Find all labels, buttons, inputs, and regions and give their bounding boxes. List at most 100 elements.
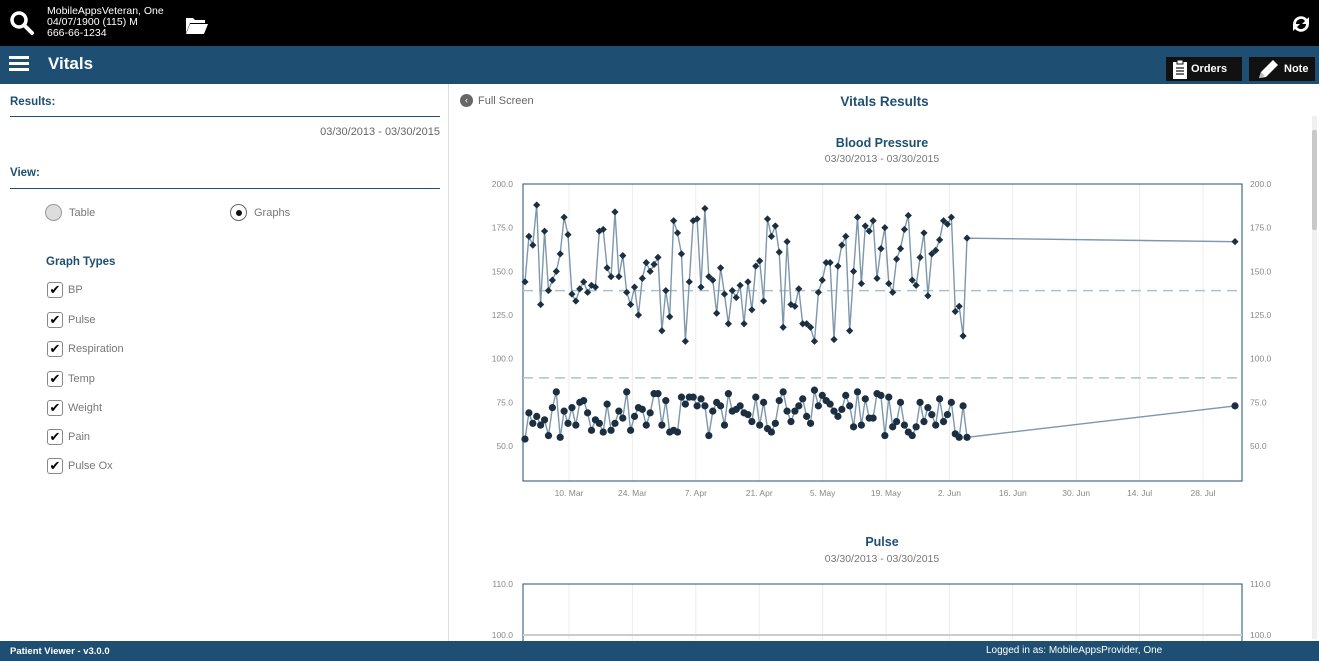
bp-systolic-point (713, 309, 721, 317)
bp-systolic-point (697, 283, 705, 291)
bp-systolic-point (564, 231, 572, 239)
bp-y-tick-label-right: 50.0 (1250, 441, 1267, 451)
orders-label: Orders (1191, 63, 1228, 75)
graph-type-pulse-ox-checkbox[interactable]: ✔ Pulse Ox (47, 458, 113, 474)
bp-diastolic-point (560, 407, 568, 415)
checkmark-icon: ✔ (47, 458, 63, 474)
bp-chart: Blood Pressure 03/30/2013 - 03/30/2015 2… (492, 136, 1272, 498)
bp-diastolic-point (607, 426, 615, 434)
bp-diastolic-point (654, 390, 662, 398)
graph-type-temp-checkbox[interactable]: ✔ Temp (47, 371, 95, 387)
bp-x-tick-label: 2. Jun (938, 488, 961, 498)
scrollbar-thumb[interactable] (1312, 130, 1317, 230)
bp-diastolic-point (748, 418, 756, 426)
bp-diastolic-point (838, 405, 846, 413)
bp-diastolic-point (892, 418, 901, 426)
bp-systolic-point (619, 252, 627, 260)
date-range[interactable]: 03/30/2013 - 03/30/2015 (320, 126, 440, 138)
bp-chart-subtitle: 03/30/2013 - 03/30/2015 (825, 153, 940, 165)
bp-diastolic-point (552, 388, 560, 396)
graph-type-pulse-checkbox[interactable]: ✔ Pulse (47, 312, 96, 328)
bp-systolic-point (740, 320, 748, 328)
bp-systolic-point (724, 320, 732, 328)
bp-diastolic-point (709, 407, 717, 415)
bp-series (521, 201, 1239, 443)
bp-diastolic-point (803, 412, 811, 420)
bp-y-tick-label-right: 100.0 (1250, 354, 1272, 364)
bp-systolic-point (537, 300, 545, 309)
left-panel: Results: 03/30/2013 - 03/30/2015 View: T… (0, 84, 449, 641)
bp-systolic-point (642, 259, 650, 267)
hamburger-menu-icon[interactable] (9, 56, 29, 74)
bp-y-tick-label: 75.0 (496, 397, 513, 407)
bp-diastolic-point (701, 402, 709, 410)
bp-systolic-point (560, 213, 568, 221)
bp-systolic-point (720, 290, 729, 298)
bp-systolic-point (548, 276, 556, 284)
bp-systolic-point (849, 267, 858, 275)
patient-ssn: 666-66-1234 (47, 27, 107, 39)
bp-systolic-point (638, 274, 646, 282)
bp-diastolic-point (529, 419, 537, 427)
bp-systolic-point (810, 337, 819, 345)
chart-scrollbar[interactable] (1312, 116, 1317, 639)
graph-type-label: Temp (68, 373, 95, 385)
app-version: Patient Viewer - v3.0.0 (10, 646, 110, 657)
view-table-radio[interactable]: Table (45, 204, 95, 221)
view-graphs-radio[interactable]: Graphs (230, 204, 290, 221)
bp-systolic-point (963, 234, 971, 242)
graph-type-respiration-checkbox[interactable]: ✔ Respiration (47, 341, 124, 357)
bp-systolic-point (533, 201, 541, 209)
checkmark-icon: ✔ (47, 400, 63, 416)
vitals-results-panel: ‹ Full Screen Vitals Results Blood Press… (450, 84, 1319, 641)
graph-type-weight-checkbox[interactable]: ✔ Weight (47, 400, 102, 416)
bp-systolic-point (900, 225, 909, 234)
orders-button[interactable]: Orders (1166, 57, 1242, 81)
bp-systolic-point (650, 260, 658, 268)
bp-systolic-point (552, 267, 560, 275)
title-bar: Vitals Orders Note (0, 46, 1319, 84)
page-title: Vitals (48, 54, 94, 73)
bp-systolic-point (583, 288, 592, 296)
bp-systolic-point (892, 255, 901, 263)
bp-diastolic-point (599, 428, 607, 436)
bp-x-tick-label: 24. Mar (618, 488, 647, 498)
bp-systolic-point (611, 208, 619, 216)
bp-diastolic-point (885, 393, 893, 401)
bp-systolic-point (580, 278, 588, 286)
graph-type-pain-checkbox[interactable]: ✔ Pain (47, 429, 90, 445)
patient-bar: MobileAppsVeteran, One 04/07/1900 (115) … (0, 0, 1319, 46)
bp-diastolic-point (615, 407, 623, 415)
bp-systolic-point (830, 335, 838, 344)
graph-type-bp-checkbox[interactable]: ✔ BP (47, 282, 83, 298)
bp-diastolic-point (912, 423, 920, 431)
bp-systolic-point (732, 293, 740, 302)
note-label: Note (1284, 63, 1309, 75)
bp-diastolic-point (795, 402, 803, 410)
bp-diastolic-point (646, 409, 654, 417)
bp-diastolic-point (920, 418, 928, 426)
note-button[interactable]: Note (1249, 57, 1315, 81)
sync-icon[interactable] (1289, 12, 1313, 36)
bp-systolic-point (842, 232, 850, 241)
folder-open-icon[interactable] (185, 15, 209, 35)
bp-diastolic-point (916, 398, 924, 406)
bp-diastolic-point (693, 402, 701, 410)
bp-diastolic-point (861, 395, 869, 403)
patient-info[interactable]: MobileAppsVeteran, One 04/07/1900 (115) … (47, 6, 164, 39)
bp-diastolic-point (799, 395, 807, 403)
bp-x-tick-label: 19. May (871, 488, 902, 498)
view-label: View: (10, 167, 40, 179)
bp-diastolic-point (947, 398, 955, 406)
search-icon[interactable] (9, 10, 35, 36)
checkmark-icon: ✔ (47, 341, 63, 357)
bp-systolic-point (857, 279, 865, 288)
bp-diastolic-point (533, 412, 541, 420)
divider (10, 188, 440, 189)
pulse-plot-border (522, 583, 1243, 641)
bp-systolic-point (916, 253, 924, 261)
bp-diastolic-point (959, 402, 967, 410)
bp-systolic-point (959, 332, 967, 340)
app-window: MobileAppsVeteran, One 04/07/1900 (115) … (0, 0, 1319, 661)
bp-diastolic-point (630, 412, 639, 420)
